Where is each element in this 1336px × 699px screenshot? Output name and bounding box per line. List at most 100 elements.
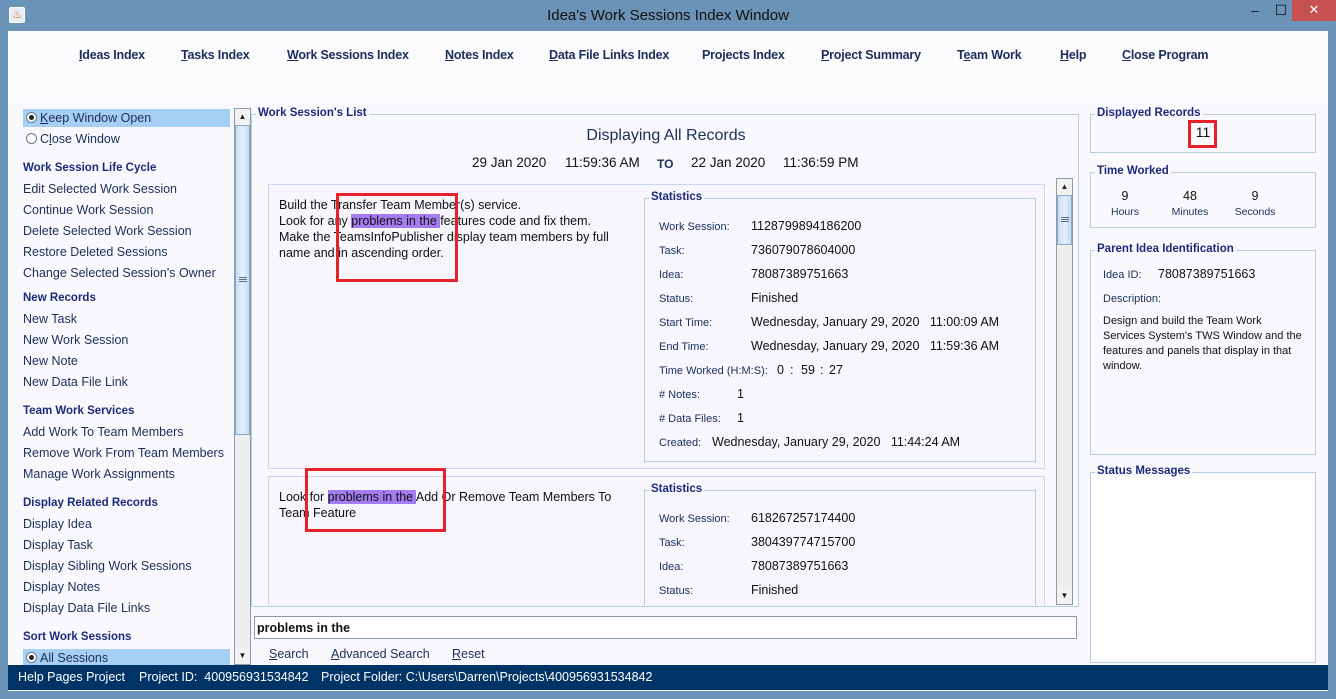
close-window-radio[interactable]: Close Window bbox=[23, 130, 230, 148]
scroll-down-icon[interactable]: ▼ bbox=[235, 648, 250, 664]
start-time-label: Start Time: bbox=[659, 317, 713, 329]
menu-ideas-index[interactable]: Ideas Index bbox=[79, 48, 145, 62]
description-line: Build the Transfer Team Member(s) servic… bbox=[279, 198, 522, 212]
menu-notes-index[interactable]: Notes Index bbox=[445, 48, 514, 62]
start-time-value: Wednesday, January 29, 2020 11:00:09 AM bbox=[751, 315, 1000, 329]
display-data-file-links-link[interactable]: Display Data File Links bbox=[23, 601, 150, 615]
displayed-records-panel: Displayed Records 11 bbox=[1090, 107, 1316, 153]
statistics-panel: Statistics Work Session: 618267257174400… bbox=[644, 483, 1036, 605]
scroll-up-icon[interactable]: ▲ bbox=[1057, 179, 1072, 195]
section-heading: Team Work Services bbox=[23, 405, 135, 417]
work-session-card[interactable]: Look for problems in the Add Or Remove T… bbox=[268, 476, 1045, 605]
status-messages-panel: Status Messages bbox=[1090, 465, 1316, 663]
reset-button[interactable]: Reset bbox=[452, 647, 485, 661]
description-line: Look for problems in the Add Or Remove T… bbox=[279, 489, 629, 505]
project-folder: Project Folder: C:\Users\Darren\Projects… bbox=[321, 670, 653, 684]
grip-icon bbox=[239, 277, 247, 282]
new-note-link[interactable]: New Note bbox=[23, 354, 78, 368]
grip-icon bbox=[1061, 217, 1069, 222]
menu-projects-index[interactable]: Projects Index bbox=[702, 48, 785, 62]
menu-data-file-links-index[interactable]: Data File Links Index bbox=[549, 48, 669, 62]
keep-window-open-radio[interactable]: Keep Window Open bbox=[23, 109, 230, 127]
statistics-panel: Statistics Work Session: 112879989418620… bbox=[644, 191, 1036, 462]
idea-description: Design and build the Team Work Services … bbox=[1103, 315, 1302, 372]
list-scrollbar[interactable]: ▲ ▼ bbox=[1056, 178, 1073, 605]
all-sessions-radio[interactable]: All Sessions bbox=[23, 649, 230, 665]
display-task-link[interactable]: Display Task bbox=[23, 538, 93, 552]
scroll-up-icon[interactable]: ▲ bbox=[235, 109, 250, 125]
edit-selected-work-session-link[interactable]: Edit Selected Work Session bbox=[23, 182, 177, 196]
menu-work-sessions-index[interactable]: Work Sessions Index bbox=[287, 48, 409, 62]
time-worked-seconds: 27 bbox=[829, 363, 843, 377]
work-session-card[interactable]: Build the Transfer Team Member(s) servic… bbox=[268, 184, 1045, 469]
left-nav-panel: Keep Window Open Close Window Work Sessi… bbox=[22, 108, 232, 665]
from-date: 29 Jan 2020 bbox=[472, 155, 547, 170]
text: Look for bbox=[279, 490, 328, 504]
scroll-down-icon[interactable]: ▼ bbox=[1057, 588, 1072, 604]
created-value: Wednesday, January 29, 2020 11:44:24 AM bbox=[712, 435, 961, 449]
minimize-button[interactable]: ‒ bbox=[1242, 3, 1268, 24]
list-title: Displaying All Records bbox=[586, 127, 746, 144]
from-time: 11:59:36 AM bbox=[565, 155, 640, 170]
work-session-list: Build the Transfer Team Member(s) servic… bbox=[262, 178, 1062, 605]
restore-deleted-sessions-link[interactable]: Restore Deleted Sessions bbox=[23, 245, 168, 259]
data-files-label: # Data Files: bbox=[659, 413, 721, 425]
time-worked-minutes: 59 bbox=[801, 363, 815, 377]
search-highlight: problems in the bbox=[351, 214, 441, 228]
text: Look for any bbox=[279, 214, 352, 228]
menu-help[interactable]: Help bbox=[1060, 48, 1086, 62]
scroll-thumb[interactable] bbox=[235, 125, 250, 435]
advanced-search-button[interactable]: Advanced Search bbox=[331, 647, 430, 661]
continue-work-session-link[interactable]: Continue Work Session bbox=[23, 203, 153, 217]
status-bar: Help Pages Project Project ID: 400956931… bbox=[8, 665, 1328, 690]
session-description: Look for problems in the Add Or Remove T… bbox=[279, 489, 629, 521]
search-input[interactable] bbox=[254, 616, 1077, 639]
idea-value: 78087389751663 bbox=[751, 267, 849, 281]
description-line: name and in ascending order. bbox=[279, 246, 444, 260]
panel-legend: Displayed Records bbox=[1095, 107, 1203, 119]
close-button[interactable]: ✕ bbox=[1292, 0, 1336, 21]
hours-label: Hours bbox=[1110, 206, 1139, 218]
display-notes-link[interactable]: Display Notes bbox=[23, 580, 100, 594]
end-time-value: Wednesday, January 29, 2020 11:59:36 AM bbox=[751, 339, 1000, 353]
menu-project-summary[interactable]: Project Summary bbox=[821, 48, 921, 62]
search-button[interactable]: Search bbox=[269, 647, 309, 661]
description-line: Team Feature bbox=[279, 506, 357, 520]
data-files-count: 1 bbox=[737, 411, 744, 425]
text: Add Or Remove Team Members To bbox=[415, 490, 612, 504]
panel-legend: Work Session's List bbox=[256, 107, 369, 119]
delete-selected-work-session-link[interactable]: Delete Selected Work Session bbox=[23, 224, 192, 238]
menu-tasks-index[interactable]: Tasks Index bbox=[181, 48, 250, 62]
new-work-session-link[interactable]: New Work Session bbox=[23, 333, 128, 347]
parent-idea-panel: Parent Idea Identification Idea ID: 7808… bbox=[1090, 243, 1316, 455]
status-value: Finished bbox=[751, 583, 799, 597]
window-client-area: Ideas Index Tasks Index Work Sessions In… bbox=[8, 31, 1328, 691]
manage-work-assignments-link[interactable]: Manage Work Assignments bbox=[23, 467, 175, 481]
new-data-file-link-link[interactable]: New Data File Link bbox=[23, 375, 128, 389]
menu-team-work[interactable]: Team Work bbox=[957, 48, 1022, 62]
displayed-records-count: 11 bbox=[1195, 124, 1211, 140]
status-label: Status: bbox=[659, 585, 694, 597]
scroll-thumb[interactable] bbox=[1057, 195, 1072, 245]
work-session-label: Work Session: bbox=[659, 221, 730, 233]
display-sibling-work-sessions-link[interactable]: Display Sibling Work Sessions bbox=[23, 559, 192, 573]
description-line: Look for any problems in the features co… bbox=[279, 213, 629, 229]
remove-work-from-team-members-link[interactable]: Remove Work From Team Members bbox=[23, 446, 224, 460]
project-id: Project ID: 400956931534842 bbox=[139, 670, 309, 684]
maximize-button[interactable]: ☐ bbox=[1268, 2, 1294, 23]
time-separator: : bbox=[820, 363, 824, 377]
task-label: Task: bbox=[659, 537, 685, 549]
to-date: 22 Jan 2020 bbox=[691, 155, 766, 170]
text: features code and fix them. bbox=[440, 214, 591, 228]
section-heading: Display Related Records bbox=[23, 497, 158, 509]
task-value: 736079078604000 bbox=[751, 243, 856, 257]
change-session-owner-link[interactable]: Change Selected Session's Owner bbox=[23, 266, 216, 280]
new-task-link[interactable]: New Task bbox=[23, 312, 77, 326]
created-label: Created: bbox=[659, 437, 702, 449]
add-work-to-team-members-link[interactable]: Add Work To Team Members bbox=[23, 425, 183, 439]
minutes-value: 48 bbox=[1183, 189, 1197, 203]
time-worked-hours: 0 bbox=[777, 363, 784, 377]
menu-close-program[interactable]: Close Program bbox=[1122, 48, 1209, 62]
display-idea-link[interactable]: Display Idea bbox=[23, 517, 92, 531]
left-nav-scrollbar[interactable]: ▲ ▼ bbox=[234, 108, 251, 665]
